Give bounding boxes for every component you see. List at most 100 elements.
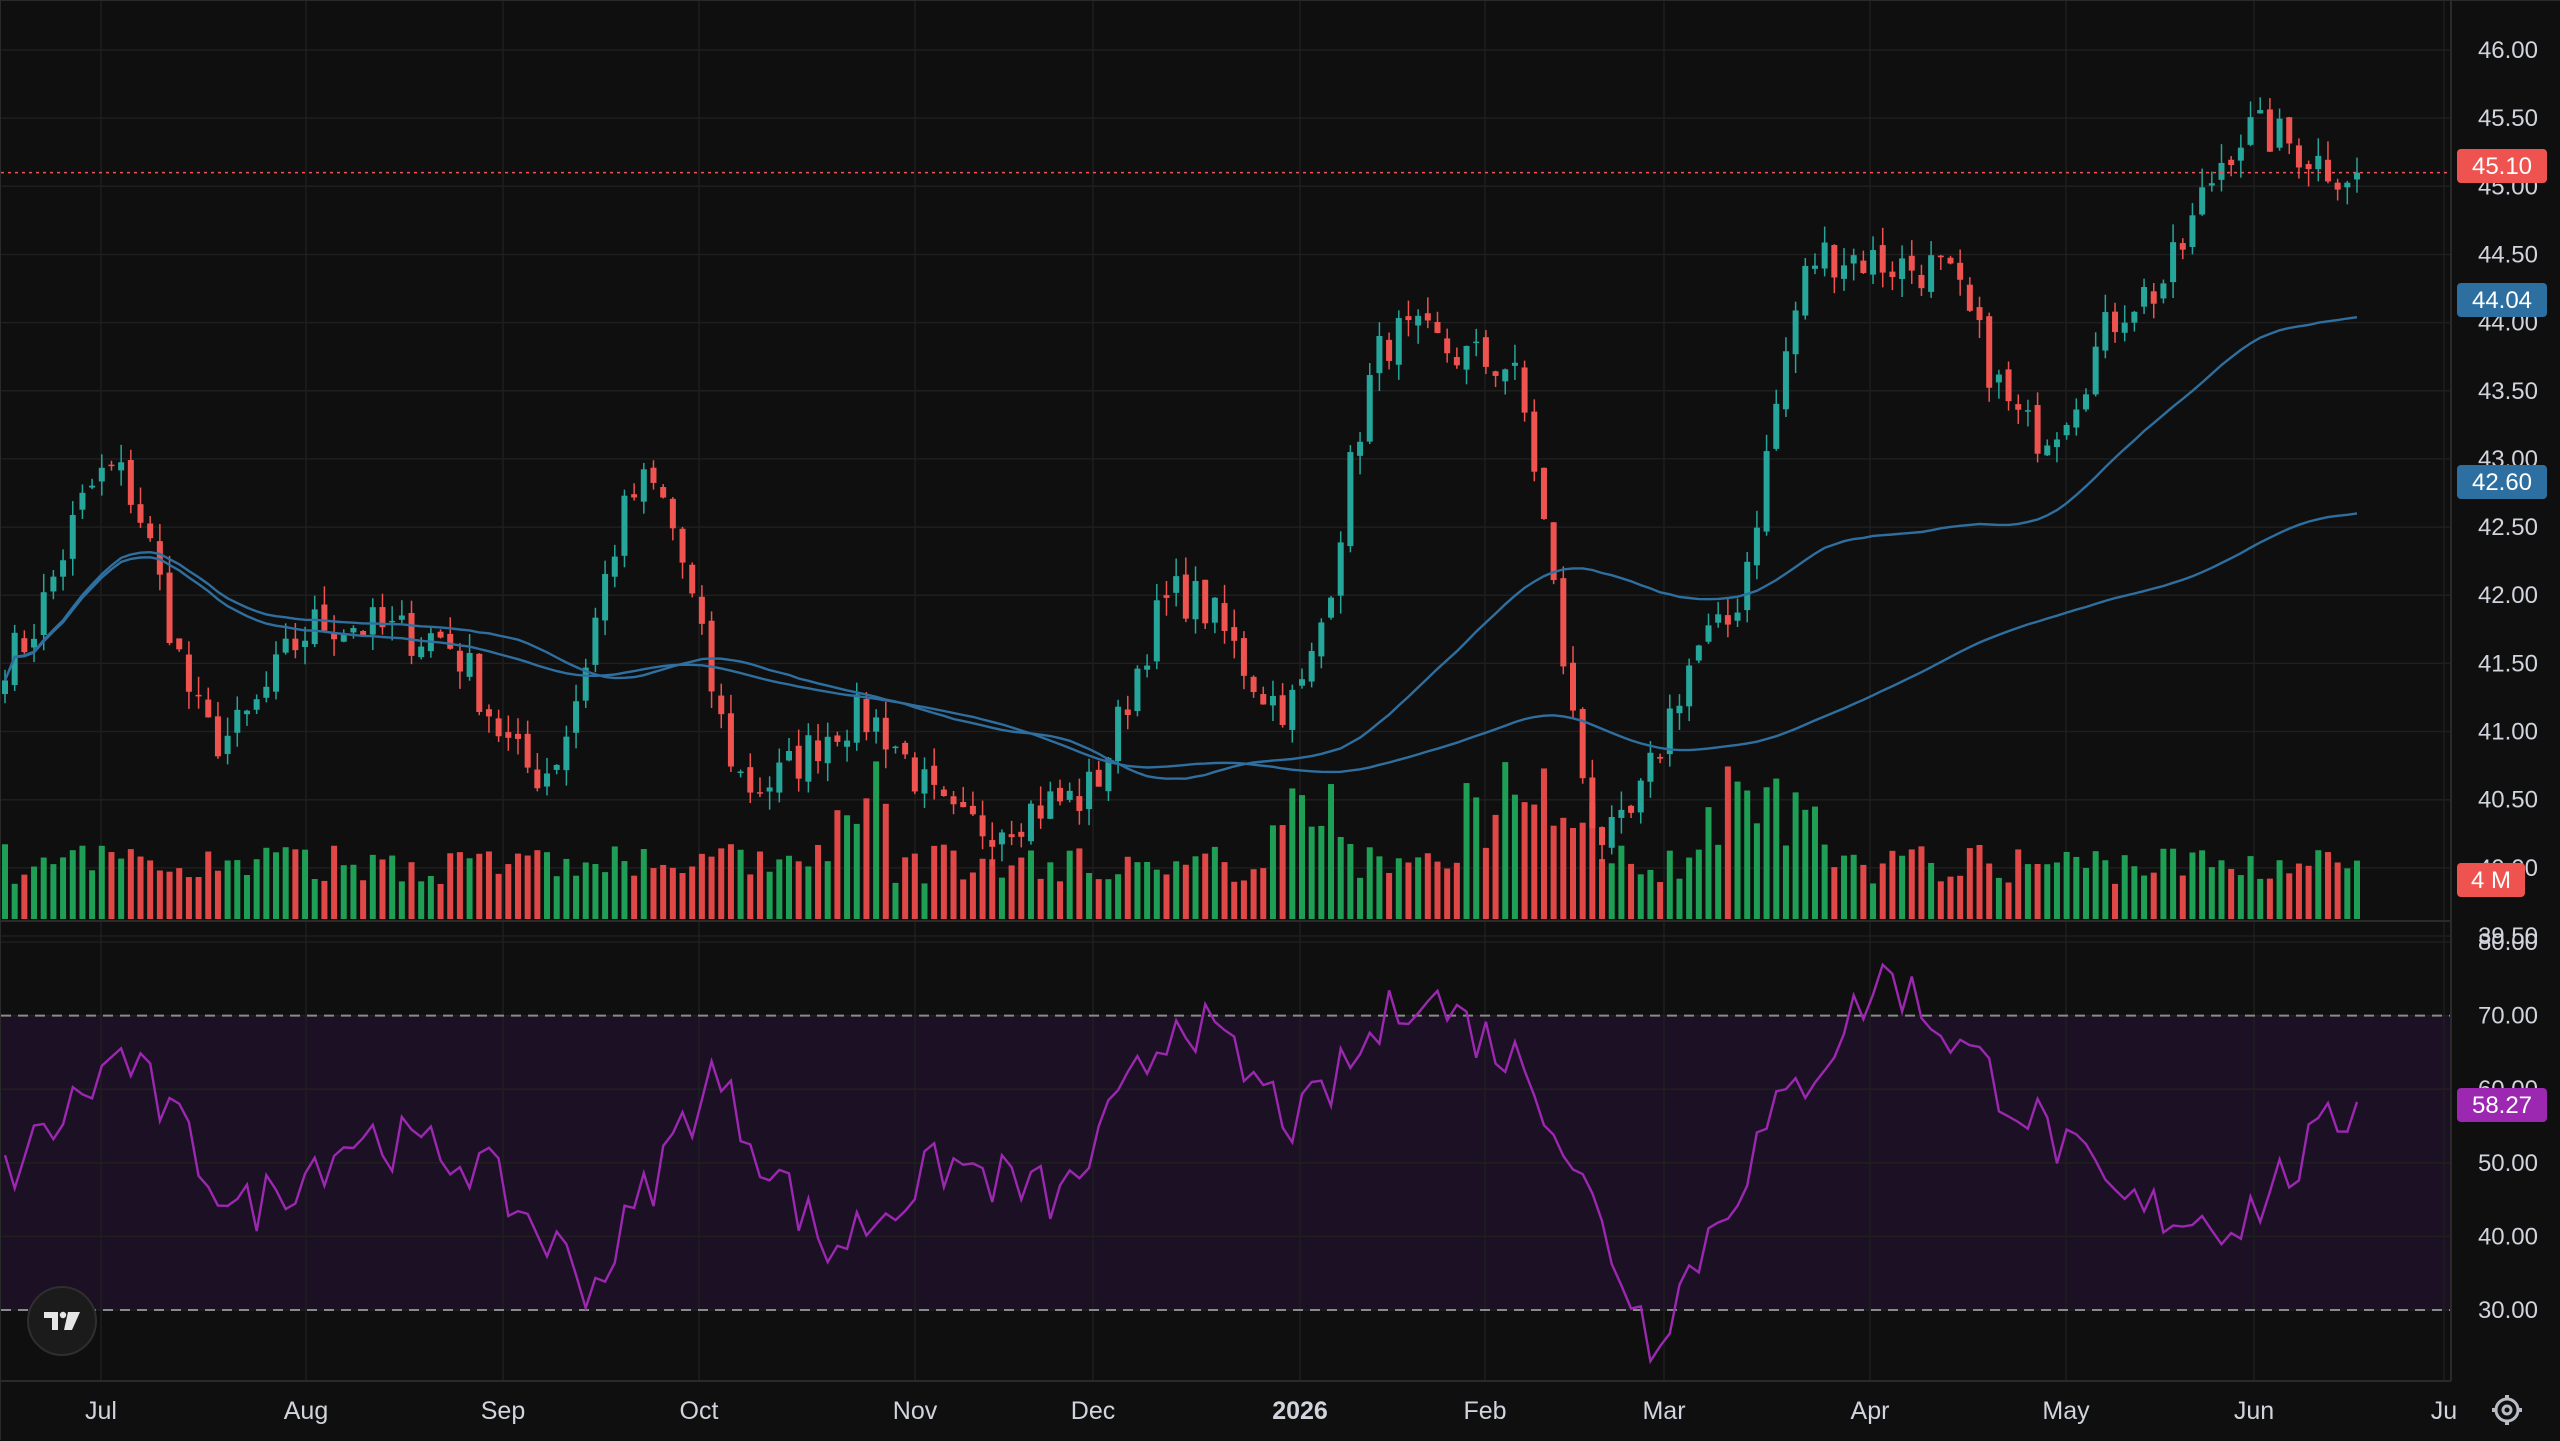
volume-bar	[892, 882, 899, 919]
volume-bar	[1976, 844, 1983, 919]
volume-bar	[1298, 795, 1305, 919]
candle-body	[1502, 369, 1509, 382]
volume-bar	[1405, 862, 1412, 919]
volume-bar	[1008, 865, 1015, 919]
volume-bar	[1918, 846, 1925, 919]
volume-bar	[1482, 847, 1489, 919]
candle-body	[2092, 346, 2099, 395]
volume-bar	[31, 866, 38, 919]
candle-body	[1115, 706, 1122, 762]
candle-body	[1676, 705, 1683, 714]
volume-bar	[1899, 855, 1906, 919]
candle-body	[1424, 313, 1431, 321]
candle-body	[1715, 614, 1722, 623]
volume-bar	[11, 883, 18, 919]
volume-bar	[747, 874, 754, 919]
volume-bar	[1279, 825, 1286, 919]
price-tick-label: 42.50	[2478, 514, 2538, 541]
volume-bar	[1057, 881, 1064, 919]
candle-body	[1850, 255, 1857, 264]
candle-body	[1066, 790, 1073, 800]
candle-body	[1492, 371, 1499, 376]
chart-container[interactable]: 46.00 45.50 45.00 44.50 44.00 43.50 43.00 42.50…	[0, 0, 2560, 1441]
volume-bar	[1666, 850, 1673, 919]
candle-body	[1173, 576, 1180, 593]
volume-bar	[1424, 853, 1431, 919]
volume-bar	[1531, 804, 1538, 919]
chart-canvas[interactable]: 46.0045.5045.0044.5044.0043.5043.0042.50…	[1, 1, 2560, 1441]
candle-body	[2189, 215, 2196, 248]
candle-body	[1753, 527, 1760, 566]
volume-bar	[2295, 863, 2302, 919]
candle-body	[1473, 341, 1480, 344]
candle-body	[1782, 351, 1789, 410]
volume-bar	[1657, 882, 1664, 919]
candle-body	[1240, 638, 1247, 676]
volume-bar	[1173, 861, 1180, 919]
candle-body	[1957, 262, 1964, 280]
volume-bar	[60, 857, 67, 919]
time-tick-label: Sep	[481, 1397, 525, 1425]
candle-body	[960, 801, 967, 808]
candle-body	[1705, 625, 1712, 642]
volume-bar	[1773, 778, 1780, 919]
volume-bar	[1202, 853, 1209, 919]
volume-bar	[2237, 875, 2244, 919]
candle-body	[1792, 310, 1799, 355]
volume-bar	[853, 823, 860, 919]
candle-body	[2237, 147, 2244, 161]
volume-bar	[1521, 802, 1528, 919]
candle-body	[1724, 615, 1731, 625]
volume-bar	[1966, 848, 1973, 919]
volume-bar	[1608, 863, 1615, 919]
candle-body	[553, 764, 560, 770]
candle-body	[2044, 445, 2051, 456]
volume-bar	[756, 851, 763, 919]
time-tick-label: Dec	[1071, 1397, 1115, 1425]
volume-bar	[573, 875, 580, 919]
time-tick-label: Oct	[680, 1397, 719, 1425]
time-tick-label: Mar	[1642, 1397, 1685, 1425]
volume-bar	[243, 875, 250, 919]
candle-body	[563, 736, 570, 771]
time-tick-label: Feb	[1463, 1397, 1506, 1425]
volume-bar	[621, 861, 628, 919]
candle-body	[853, 694, 860, 743]
volume-bar	[1337, 836, 1344, 919]
candle-body	[1192, 581, 1199, 620]
volume-bar	[253, 859, 260, 919]
ma-slow-badge: 42.60	[2457, 465, 2547, 499]
volume-bar	[2150, 872, 2157, 919]
last-price-badge-text: 45.10	[2472, 153, 2532, 180]
candle-body	[2266, 109, 2273, 152]
volume-bar	[1492, 814, 1499, 919]
candle-body	[505, 732, 512, 738]
candle-body	[2034, 405, 2041, 454]
price-tick-label: 41.50	[2478, 650, 2538, 677]
gear-icon[interactable]	[2489, 1392, 2525, 1428]
tradingview-logo-icon[interactable]	[27, 1286, 97, 1356]
candle-body	[514, 733, 521, 739]
volume-bar	[2228, 868, 2235, 919]
candle-body	[592, 617, 599, 665]
volume-bar	[1376, 856, 1383, 919]
volume-bar	[1134, 862, 1141, 919]
volume-bar	[640, 849, 647, 919]
volume-bar	[2044, 864, 2051, 919]
candle-body	[1124, 709, 1131, 716]
volume-bar	[611, 846, 618, 919]
volume-bar	[1744, 790, 1751, 919]
candle-body	[389, 620, 396, 623]
volume-bar	[1860, 864, 1867, 919]
candle-body	[2218, 162, 2225, 180]
volume-bar	[79, 845, 86, 919]
ma-fast-badge: 44.04	[2457, 283, 2547, 317]
volume-bar	[1763, 787, 1770, 919]
candle-body	[1511, 362, 1518, 366]
candle-body	[718, 695, 725, 715]
volume-bar	[360, 880, 367, 919]
volume-bar	[931, 845, 938, 919]
volume-bar	[602, 872, 609, 919]
candle-body	[747, 767, 754, 793]
volume-bar	[166, 871, 173, 919]
